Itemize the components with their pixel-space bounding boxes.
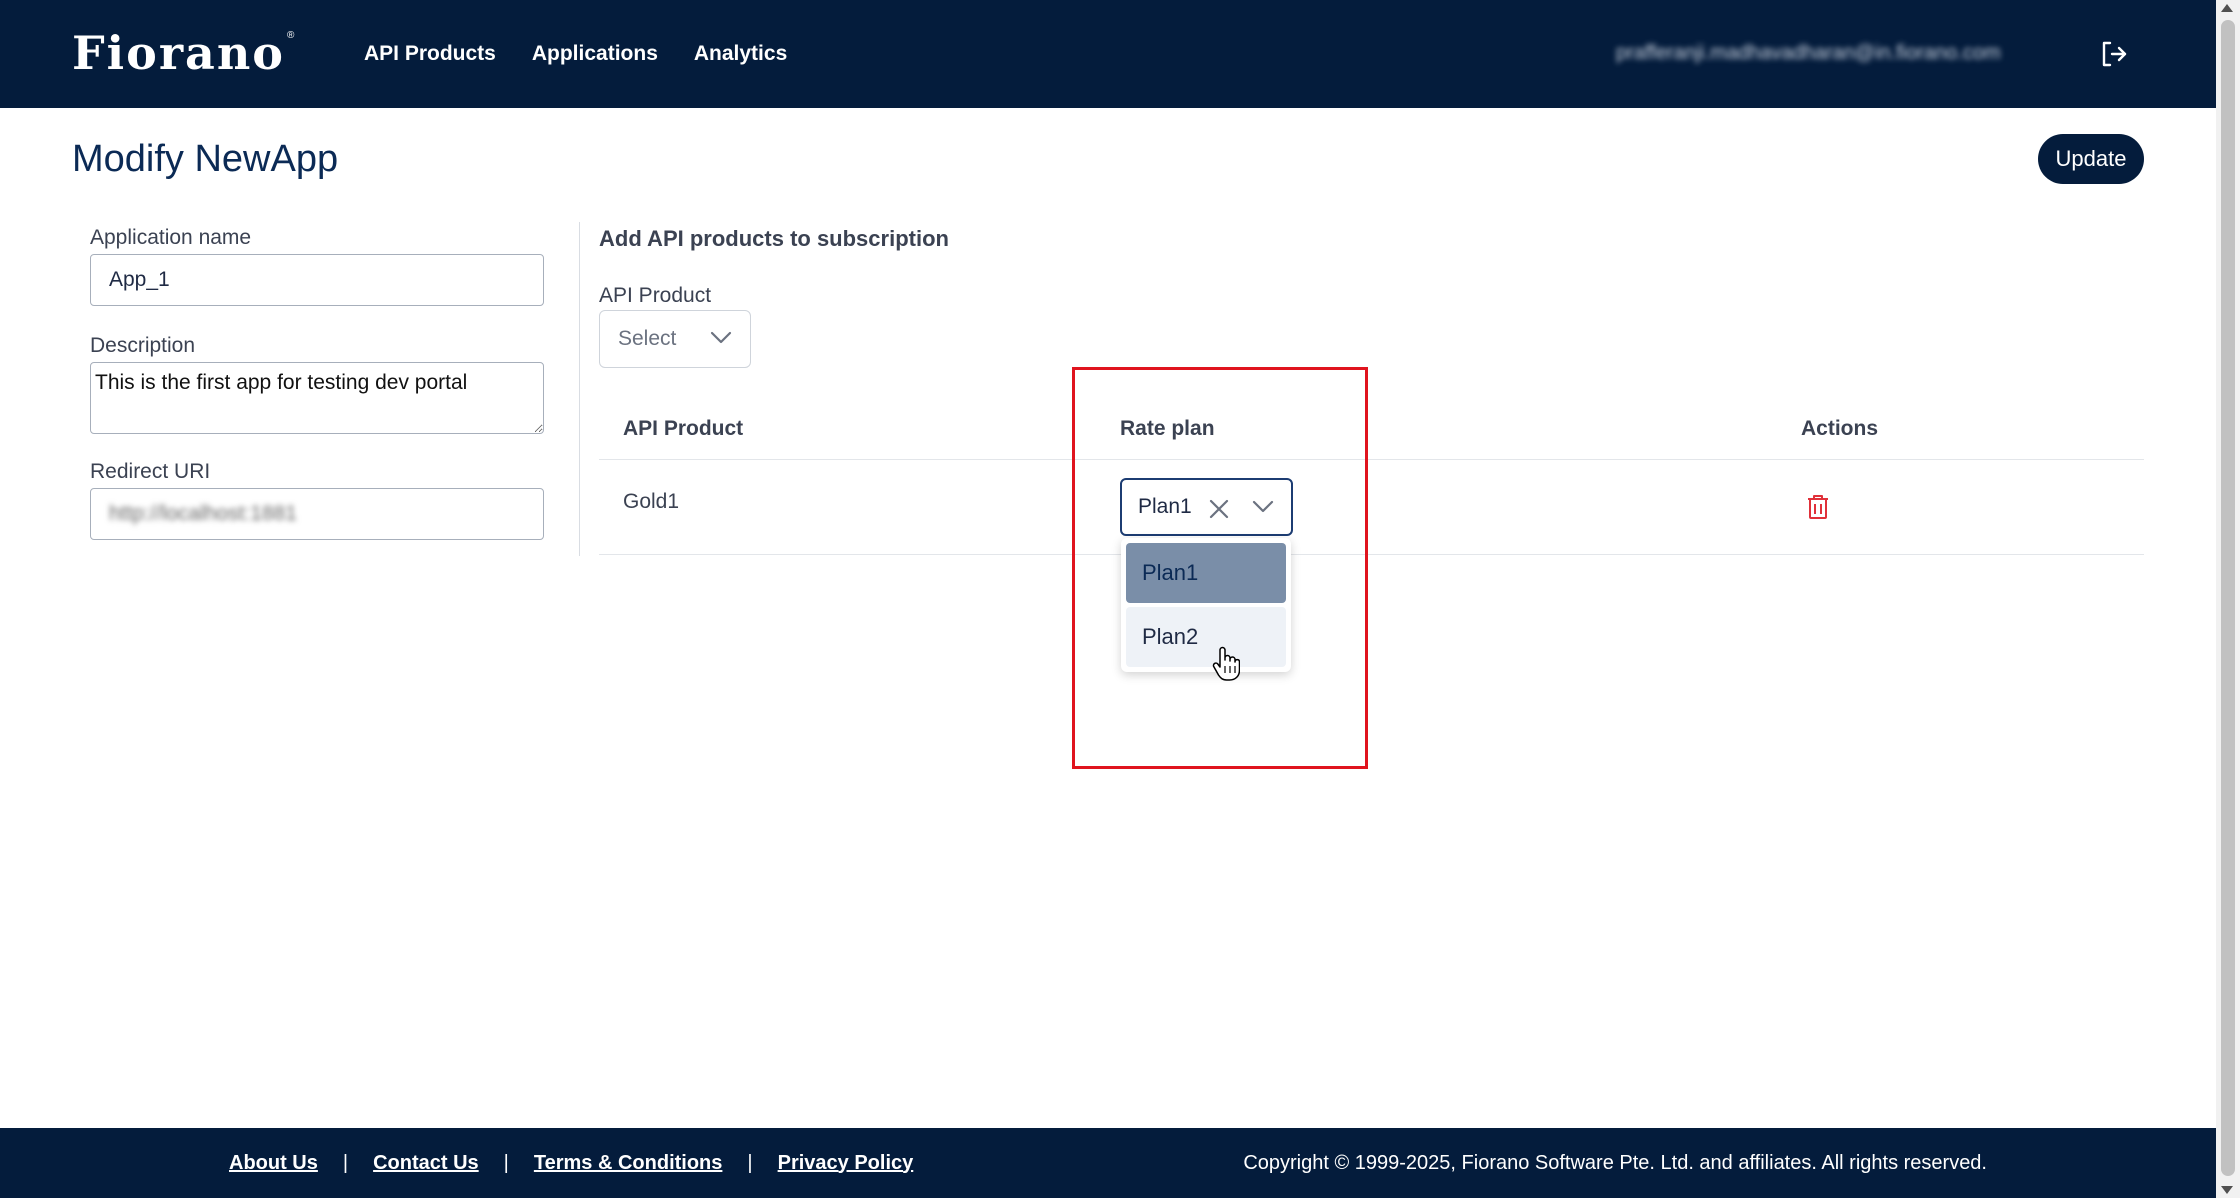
footer-separator: | [342,1151,349,1174]
user-email: prafferanji.madhavadharan@in.fiorano.com [1616,42,2001,64]
footer-link-contact[interactable]: Contact Us [373,1152,479,1175]
footer-separator: | [503,1151,509,1174]
redirect-uri-input[interactable]: http://localhost:1881 [90,488,544,540]
api-product-label: API Product [599,284,712,307]
clear-icon[interactable] [1208,498,1230,520]
footer-links: About Us | Contact Us | Terms & Conditio… [229,1128,913,1198]
footer-link-privacy[interactable]: Privacy Policy [778,1152,914,1175]
table-row-divider [599,554,2144,555]
logout-icon[interactable] [2098,38,2130,70]
redirect-uri-value: http://localhost:1881 [109,502,297,525]
update-button[interactable]: Update [2038,134,2144,184]
nav-analytics[interactable]: Analytics [694,42,787,66]
rate-plan-select-value: Plan1 [1138,495,1192,518]
chevron-down-icon [710,331,732,344]
rate-plan-option[interactable]: Plan1 [1126,543,1286,603]
description-label: Description [90,334,196,357]
page-title: Modify NewApp [72,138,339,180]
main-nav: API Products Applications Analytics [364,0,787,108]
application-form: Application name Description This is the… [90,222,580,556]
logo-text: Fiorano [72,26,285,80]
copyright-text: Copyright © 1999-2025, Fiorano Software … [1243,1151,1987,1174]
scroll-up-arrow-icon[interactable] [2221,4,2233,12]
trash-icon[interactable] [1806,494,1830,520]
subscription-section-title: Add API products to subscription [599,226,949,251]
table-cell-product: Gold1 [623,490,680,513]
footer-separator: | [747,1151,753,1174]
rate-plan-select[interactable]: Plan1 [1120,478,1293,536]
footer-link-about[interactable]: About Us [229,1152,318,1175]
table-header-divider [599,459,2144,460]
description-textarea[interactable]: This is the first app for testing dev po… [90,362,544,434]
rate-plan-option[interactable]: Plan2 [1126,607,1286,667]
column-header-api-product: API Product [623,417,744,440]
chevron-down-icon [1252,500,1274,513]
footer-link-terms[interactable]: Terms & Conditions [534,1152,723,1175]
nav-api-products[interactable]: API Products [364,42,496,66]
scroll-down-arrow-icon[interactable] [2221,1186,2233,1194]
column-header-actions: Actions [1801,417,1879,440]
api-product-select[interactable]: Select [599,310,751,368]
api-product-select-value: Select [618,327,677,350]
rate-plan-dropdown-menu: Plan1 Plan2 [1121,538,1291,672]
application-name-input[interactable] [90,254,544,306]
scrollbar-thumb[interactable] [2221,20,2235,1176]
logo-trademark: ® [286,30,295,41]
application-name-label: Application name [90,226,252,249]
column-header-rate-plan: Rate plan [1120,417,1215,440]
footer: About Us | Contact Us | Terms & Conditio… [0,1128,2216,1198]
redirect-uri-label: Redirect URI [90,460,211,483]
nav-applications[interactable]: Applications [532,42,658,66]
top-navbar: Fiorano ® API Products Applications Anal… [0,0,2216,108]
fiorano-logo[interactable]: Fiorano ® [72,30,294,76]
